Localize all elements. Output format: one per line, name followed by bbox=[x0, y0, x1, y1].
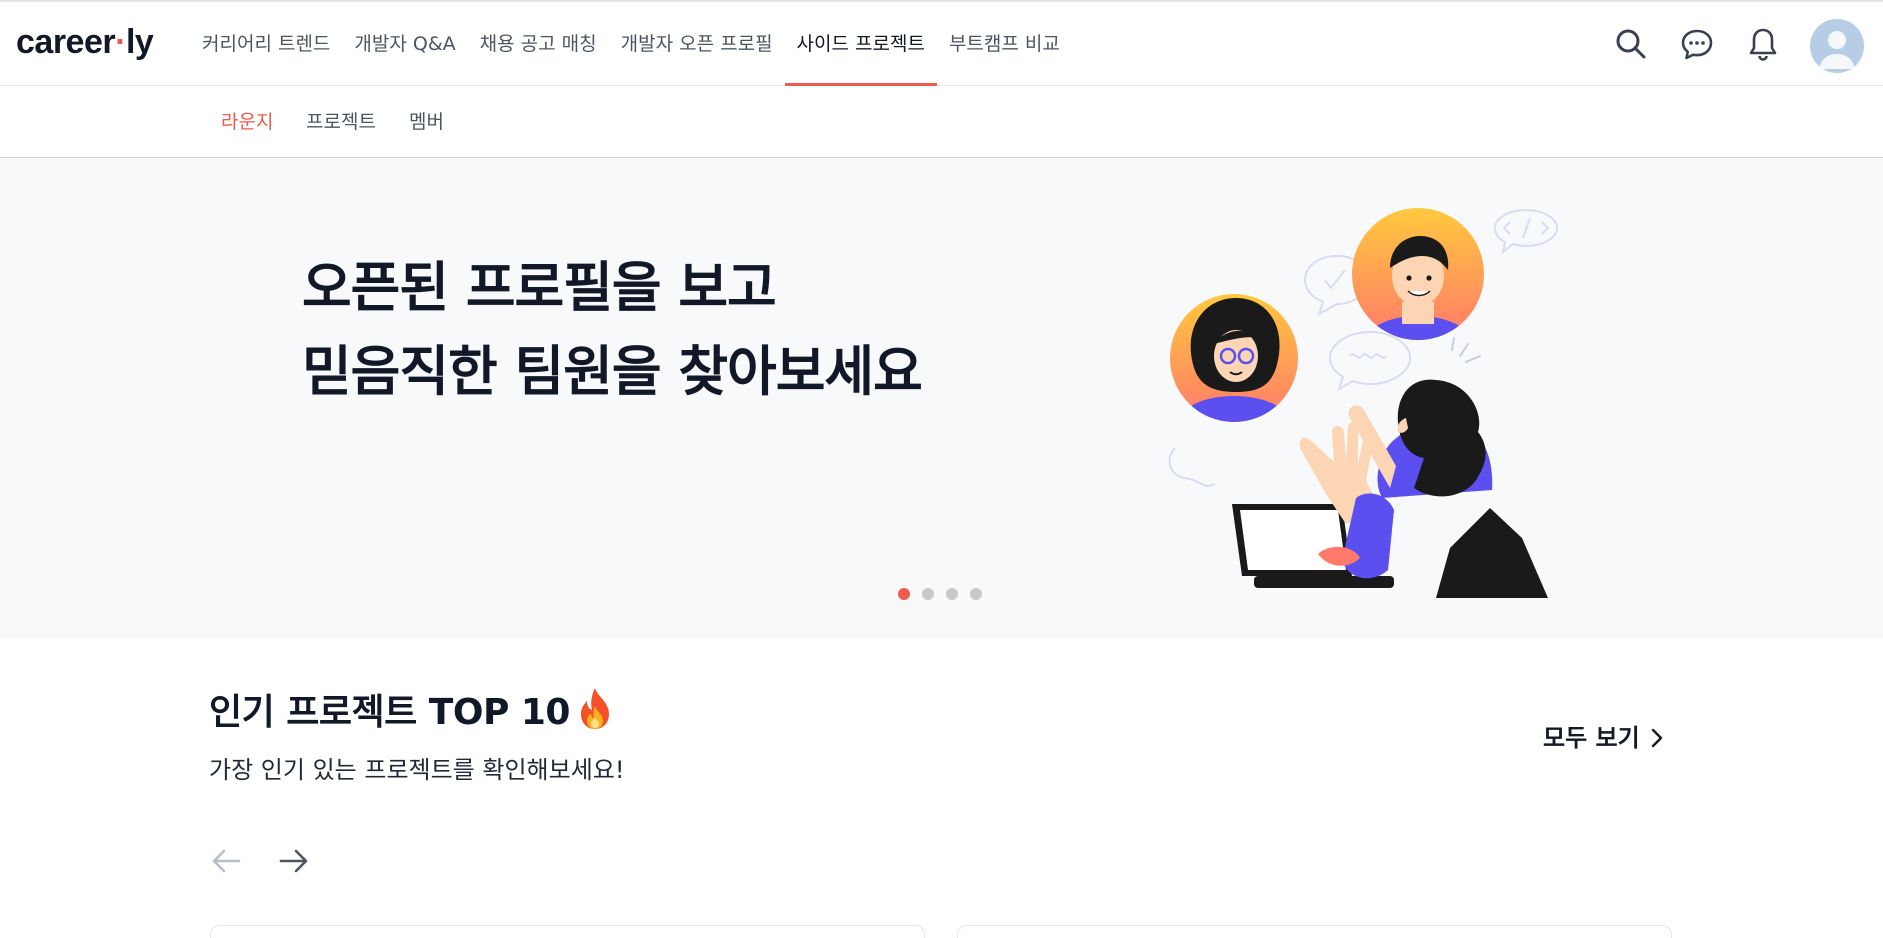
section-subtitle: 가장 인기 있는 프로젝트를 확인해보세요! bbox=[209, 756, 625, 784]
fire-icon bbox=[576, 686, 614, 730]
project-card-2[interactable] bbox=[957, 925, 1672, 938]
top-navigation-bar: career·ly 커리어리 트렌드 개발자 Q&A 채용 공고 매칭 개발자 … bbox=[0, 0, 1883, 87]
nav-side-project[interactable]: 사이드 프로젝트 bbox=[784, 2, 938, 87]
nav-bootcamp-compare[interactable]: 부트캠프 비교 bbox=[937, 2, 1072, 86]
logo-text-a: career bbox=[16, 23, 116, 61]
nav-developer-qa[interactable]: 개발자 Q&A bbox=[342, 2, 467, 86]
carousel-dot-4[interactable] bbox=[970, 588, 982, 600]
carousel-prev-button[interactable] bbox=[207, 841, 247, 881]
avatar[interactable] bbox=[1810, 19, 1864, 73]
bell-icon[interactable] bbox=[1743, 24, 1783, 64]
subnav-lounge[interactable]: 라운지 bbox=[221, 86, 273, 158]
section-title: 인기 프로젝트 TOP 10 bbox=[209, 686, 614, 739]
carousel-dot-3[interactable] bbox=[946, 588, 958, 600]
main-nav: 커리어리 트렌드 개발자 Q&A 채용 공고 매칭 개발자 오픈 프로필 사이드… bbox=[190, 2, 1072, 87]
nav-trends[interactable]: 커리어리 트렌드 bbox=[190, 2, 342, 86]
section-title-text: 인기 프로젝트 TOP 10 bbox=[209, 692, 570, 733]
subnav-members[interactable]: 멤버 bbox=[409, 86, 444, 158]
team-illustration bbox=[1168, 208, 1559, 598]
view-all-label: 모두 보기 bbox=[1543, 724, 1640, 752]
carousel-dot-1[interactable] bbox=[898, 588, 910, 600]
search-icon[interactable] bbox=[1611, 24, 1651, 64]
hero-line-2: 믿음직한 팀원을 찾아보세요 bbox=[302, 340, 923, 403]
arrow-left-icon bbox=[212, 849, 241, 873]
nav-job-matching[interactable]: 채용 공고 매칭 bbox=[468, 2, 609, 86]
hero-line-1: 오픈된 프로필을 보고 bbox=[302, 256, 777, 319]
logo-text-b: ly bbox=[125, 23, 154, 61]
careerly-logo[interactable]: career·ly bbox=[16, 20, 154, 64]
carousel-indicators bbox=[898, 588, 982, 600]
subnav-projects[interactable]: 프로젝트 bbox=[306, 86, 376, 158]
hero-banner[interactable]: 오픈된 프로필을 보고 믿음직한 팀원을 찾아보세요 bbox=[0, 158, 1883, 638]
logo-dot: · bbox=[115, 23, 126, 61]
view-all-link[interactable]: 모두 보기 bbox=[1543, 720, 1668, 756]
sub-navigation: 라운지 프로젝트 멤버 bbox=[0, 86, 1883, 158]
project-card-1[interactable] bbox=[210, 925, 925, 938]
chevron-right-icon bbox=[1651, 728, 1662, 748]
hero-title: 오픈된 프로필을 보고 믿음직한 팀원을 찾아보세요 bbox=[302, 246, 923, 414]
arrow-right-icon bbox=[279, 849, 308, 873]
chat-icon[interactable] bbox=[1677, 24, 1717, 64]
carousel-next-button[interactable] bbox=[273, 841, 313, 881]
nav-open-profile[interactable]: 개발자 오픈 프로필 bbox=[609, 2, 785, 86]
carousel-dot-2[interactable] bbox=[922, 588, 934, 600]
